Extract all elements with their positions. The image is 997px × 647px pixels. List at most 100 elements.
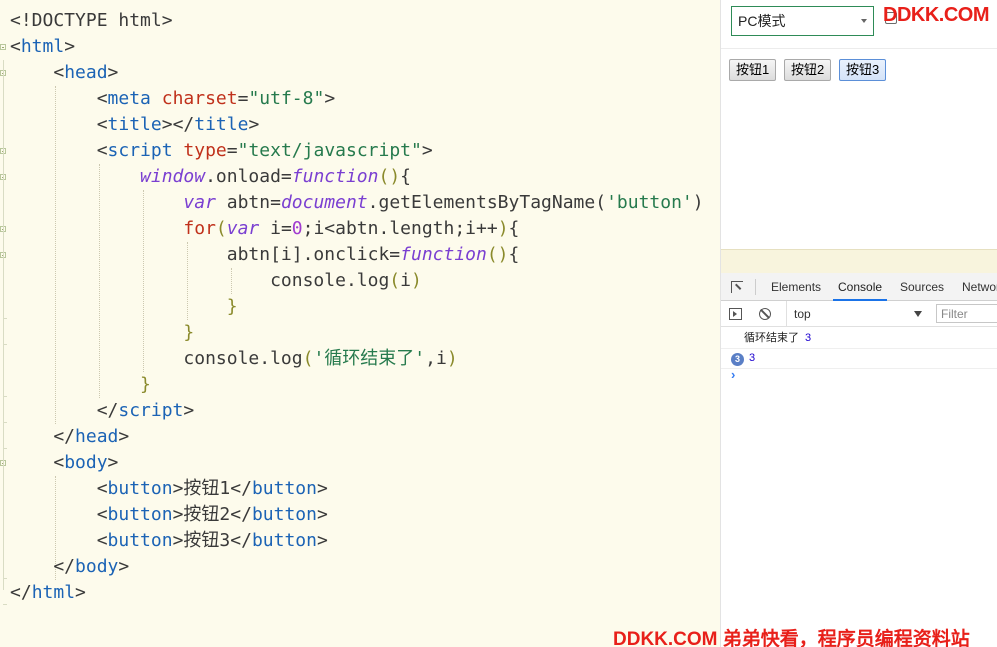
code-line: <body> (10, 450, 118, 476)
code-token: title (107, 114, 162, 135)
code-token: "utf-8" (248, 88, 325, 109)
page-button-1[interactable]: 按钮1 (729, 59, 777, 81)
fold-end-tick (3, 578, 7, 579)
code-token: ) (410, 270, 422, 291)
code-line: <script type="text/javascript"> (10, 138, 433, 164)
code-editor[interactable]: <!DOCTYPE html> <html> <head> <meta chars… (0, 0, 720, 647)
code-line: for(var i=0;i<abtn.length;i++){ (10, 216, 519, 242)
code-token: meta (107, 88, 151, 109)
code-token: ( (302, 348, 314, 369)
code-token: button (251, 478, 317, 499)
code-token: </ (230, 530, 252, 551)
code-token: <!DOCTYPE html> (10, 10, 173, 31)
code-line: <title></title> (10, 112, 260, 138)
page-button-2[interactable]: 按钮2 (784, 59, 832, 81)
code-token: > (75, 582, 86, 603)
code-token: } (183, 322, 195, 343)
code-token: script (107, 140, 173, 161)
code-token: < (10, 530, 108, 551)
code-token: 'button' (606, 192, 693, 213)
mode-select-value: PC模式 (738, 13, 786, 29)
code-line: <button>按钮2</button> (10, 502, 328, 528)
devtools-tabbar: Elements Console Sources Network (721, 273, 997, 301)
context-select[interactable]: top (786, 301, 926, 327)
page-button-3[interactable]: 按钮3 (839, 59, 887, 81)
code-line: <button>按钮1</button> (10, 476, 328, 502)
code-token: > (172, 478, 184, 499)
code-token: button (107, 504, 173, 525)
code-token: console.log (10, 270, 390, 291)
code-token: ;i<abtn.length;i++ (302, 218, 498, 239)
code-token: () (378, 166, 401, 187)
tab-sources[interactable]: Sources (900, 273, 944, 301)
code-token: { (400, 166, 412, 187)
code-token: document (280, 192, 368, 213)
code-token: < (10, 62, 65, 83)
console-prompt-icon[interactable]: › (731, 367, 735, 382)
code-line: <head> (10, 60, 118, 86)
code-token: > (248, 114, 260, 135)
code-token: < (10, 88, 108, 109)
code-token: button (107, 478, 173, 499)
devtools-panel: Elements Console Sources Network top 循环结… (721, 249, 997, 647)
code-token: head (75, 426, 119, 447)
tab-divider (755, 279, 756, 295)
code-token: 0 (291, 218, 303, 239)
code-token: function (400, 244, 487, 265)
console-message-value: 3 (805, 332, 812, 344)
code-token: for (183, 218, 216, 239)
watermark-bottom: DDKK.COM 弟弟快看，程序员编程资料站 (613, 629, 970, 647)
tab-console[interactable]: Console (833, 273, 888, 301)
code-token: { (508, 218, 520, 239)
code-token: } (226, 296, 238, 317)
fold-end-tick (3, 422, 7, 423)
code-token: 按钮3 (183, 530, 231, 551)
code-token: 按钮2 (183, 504, 231, 525)
fold-gutter (0, 0, 8, 647)
code-token: < (10, 140, 108, 161)
console-message: 循环结束了 3 (721, 329, 997, 349)
sidebar-toggle-icon[interactable] (729, 308, 742, 320)
console-repeat-row: 3 3 (721, 349, 997, 369)
mode-select[interactable]: PC模式 (731, 6, 874, 36)
code-token: title (194, 114, 249, 135)
code-line: <html> (10, 34, 75, 60)
code-token: button (107, 530, 173, 551)
code-token: > (183, 400, 195, 421)
code-token: ) (692, 192, 704, 213)
code-token: < (10, 504, 108, 525)
code-token: ) (497, 218, 509, 239)
code-line: </head> (10, 424, 129, 450)
code-line: } (10, 320, 194, 346)
code-token: </ (10, 582, 32, 603)
code-line: } (10, 372, 151, 398)
toolbar-divider (721, 48, 997, 49)
inspect-element-icon[interactable] (731, 281, 743, 293)
code-token: { (508, 244, 520, 265)
caret-down-icon (914, 311, 922, 317)
code-token: > (316, 504, 328, 525)
fold-end-tick (3, 604, 7, 605)
fold-toggle-icon[interactable] (0, 44, 6, 50)
watermark-top: DDKK.COM (883, 4, 990, 26)
tab-elements[interactable]: Elements (771, 273, 821, 301)
code-line: console.log(i) (10, 268, 422, 294)
tab-network[interactable]: Network (962, 273, 997, 301)
code-token: } (140, 374, 151, 395)
code-line: <button>按钮3</button> (10, 528, 328, 554)
code-token: </ (230, 478, 252, 499)
code-token: < (10, 36, 21, 57)
code-token: > (107, 62, 119, 83)
code-line: </html> (10, 580, 86, 606)
code-line: var abtn=document.getElementsByTagName('… (10, 190, 704, 216)
devtools-splitter[interactable] (721, 249, 997, 273)
code-token: var (226, 218, 260, 239)
filter-input[interactable] (936, 304, 997, 323)
code-token: > (316, 478, 328, 499)
console-repeat-value: 3 (749, 352, 756, 364)
clear-console-icon[interactable] (759, 308, 771, 320)
code-token: > (172, 504, 184, 525)
